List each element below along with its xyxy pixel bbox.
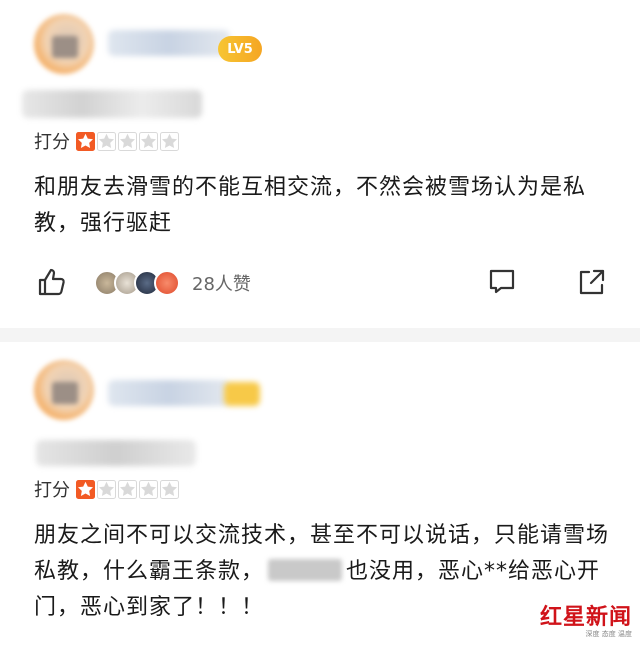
rating-row: 打分	[34, 128, 179, 154]
star-icon	[97, 479, 116, 499]
divider	[0, 328, 640, 342]
rating-label: 打分	[34, 132, 70, 153]
rating-label: 打分	[34, 480, 70, 501]
star-icon	[76, 479, 95, 499]
star-icon	[76, 131, 95, 151]
like-button[interactable]	[34, 264, 70, 300]
action-bar: 28人赞	[0, 264, 640, 304]
star-icon	[160, 479, 179, 499]
share-icon	[579, 269, 605, 295]
review-text: 朋友之间不可以交流技术，甚至不可以说话，只能请雪场私教，什么霸王条款， 也没用，恶…	[34, 518, 624, 626]
share-button[interactable]	[574, 264, 610, 300]
review-card: 打分 朋友之间不可以交流技术，甚至不可以说话，只能请雪场私教，什么霸王条款， 也没…	[0, 342, 640, 649]
thumbs-up-icon	[38, 268, 65, 296]
username-redacted[interactable]	[108, 30, 230, 56]
level-badge-redacted	[224, 382, 260, 406]
star-rating	[76, 131, 179, 151]
star-icon	[139, 479, 158, 499]
avatar[interactable]	[34, 14, 94, 74]
username-redacted[interactable]	[108, 380, 230, 406]
star-icon	[97, 131, 116, 151]
star-icon	[160, 131, 179, 151]
review-text: 和朋友去滑雪的不能互相交流，不然会被雪场认为是私教，强行驱赶	[34, 175, 587, 236]
likes-count: 28人赞	[192, 274, 251, 295]
review-meta-redacted	[22, 90, 202, 118]
watermark: 红星新闻 深度 态度 温度	[540, 599, 632, 639]
likers-avatars[interactable]: 28人赞	[94, 270, 251, 296]
rating-row: 打分	[34, 476, 179, 502]
watermark-tagline: 深度 态度 温度	[585, 630, 632, 638]
avatar	[154, 270, 180, 296]
avatar[interactable]	[34, 360, 94, 420]
star-icon	[118, 131, 137, 151]
comment-button[interactable]	[484, 264, 520, 300]
star-rating	[76, 479, 179, 499]
star-icon	[139, 131, 158, 151]
watermark-logo: 红星新闻	[539, 604, 632, 630]
level-badge: LV5	[218, 36, 262, 62]
star-icon	[118, 479, 137, 499]
redacted-text	[268, 559, 343, 581]
comment-icon	[489, 269, 515, 294]
review-meta-redacted	[36, 440, 196, 466]
review-card: LV5 打分 和朋友去滑雪的不能互相交流，不然会被雪场认为是私教，强行驱赶 28…	[0, 0, 640, 328]
